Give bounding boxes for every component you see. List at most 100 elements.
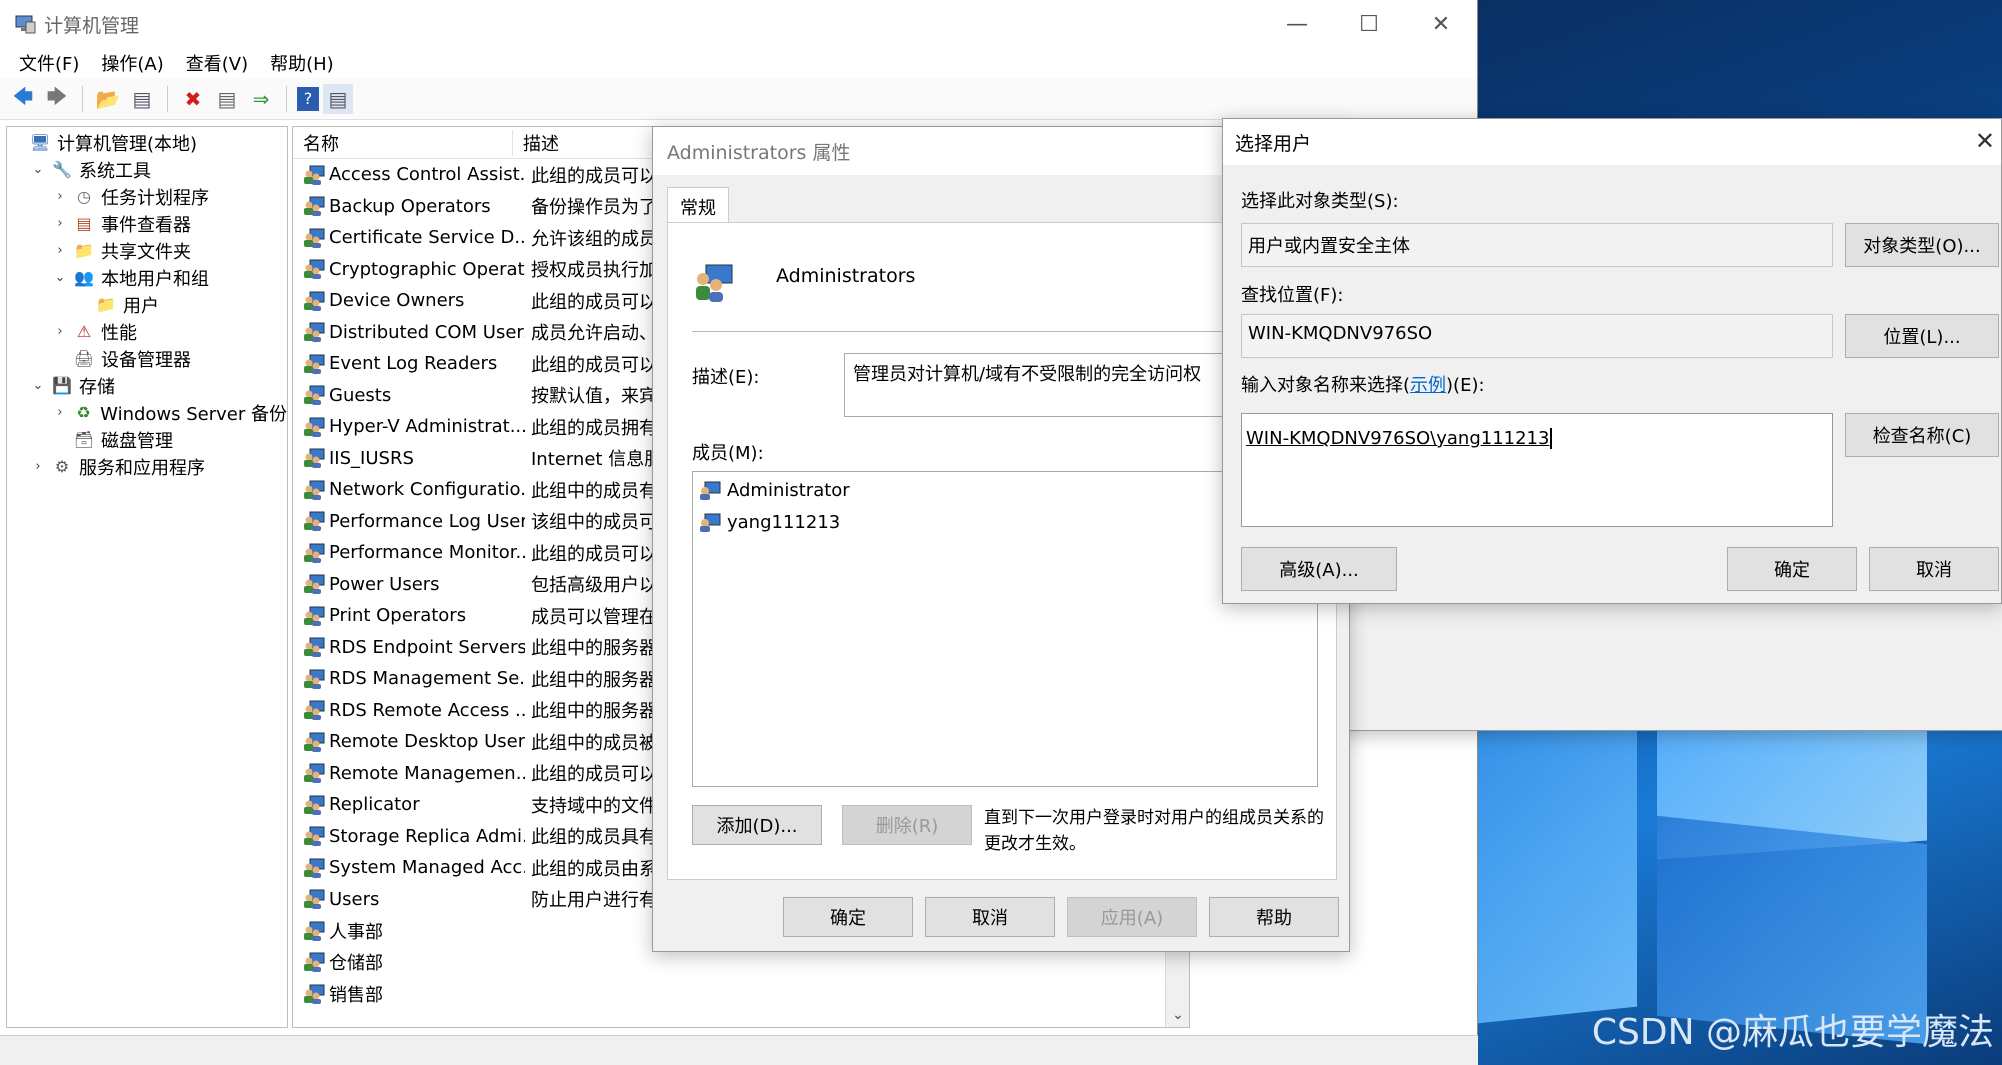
show-hide-tree-icon[interactable]: ▤ [127,84,157,114]
group-name: Backup Operators [329,195,491,217]
export-list-icon[interactable]: ⇒ [246,84,276,114]
menu-view[interactable]: 查看(V) [175,50,259,76]
member-name: Administrator [727,479,850,501]
tree-node[interactable]: ⌄ 🔧 系统工具 [7,156,287,183]
group-name: Print Operators [329,605,467,627]
group-description: 包括高级用户以 [531,575,657,597]
tree-node[interactable]: 📁 用户 [7,291,287,318]
group-icon [304,889,325,910]
group-description: 此组的成员可以 [531,165,657,187]
object-names-input[interactable]: WIN-KMQDNV976SO\yang111213 [1241,413,1833,527]
group-row[interactable]: 销售部 [293,978,1189,1010]
group-name: 人事部 [329,921,383,943]
column-header-name[interactable]: 名称 [293,129,513,156]
group-name: RDS Remote Access ... [329,699,525,721]
chevron-right-icon[interactable]: › [51,405,69,420]
locations-button[interactable]: 位置(L)... [1845,314,1999,358]
close-button[interactable]: ✕ [1405,0,1477,48]
group-name: Guests [329,384,392,406]
member-item[interactable]: Administrator [699,474,1311,506]
navigation-tree: 🖥 计算机管理(本地) ⌄ 🔧 系统工具 › ◷ 任务计划程序 › ▤ 事件查看器 › 📁 共享文件夹 ⌄ 👥… [6,126,2002,1028]
column-header-description[interactable]: 描述 [513,130,559,156]
tree-node[interactable]: 🖥 计算机管理(本地) [7,129,287,156]
group-icon [304,543,325,563]
menu-action[interactable]: 操作(A) [90,50,174,76]
label-text: )(E): [1446,375,1485,396]
scroll-down-icon[interactable]: ⌄ [1166,1007,1189,1023]
tree-node[interactable]: › ▤ 事件查看器 [7,210,287,237]
group-description: 此组的成员可以 [531,354,657,376]
chevron-right-icon[interactable]: › [51,189,69,204]
chevron-right-icon[interactable]: › [29,459,47,474]
group-name: Administrators [776,265,916,287]
help-icon[interactable]: ? [297,86,319,111]
group-icon [304,291,325,311]
tree-node[interactable]: › ⚠ 性能 [7,318,287,345]
check-names-button[interactable]: 检查名称(C) [1845,413,1999,457]
back-arrow-icon[interactable]: 🡄 [8,84,38,114]
toolbar-separator [82,85,83,112]
tree-node-label: 存储 [79,376,115,398]
chevron-right-icon[interactable]: › [51,324,69,339]
tree-node[interactable]: 🗃 磁盘管理 [7,426,287,453]
group-icon [304,826,325,847]
tab-general[interactable]: 常规 [667,187,729,226]
group-name: IIS_IUSRS [329,447,414,469]
chevron-right-icon[interactable]: › [51,216,69,231]
object-types-button[interactable]: 对象类型(O)... [1845,223,1999,267]
maximize-button[interactable]: ☐ [1333,0,1405,48]
tree-node[interactable]: › ♻ Windows Server 备份 [7,399,287,426]
tree-node[interactable]: › ⚙ 服务和应用程序 [7,453,287,480]
remove-member-button[interactable]: 删除(R) [842,805,972,845]
menu-help[interactable]: 帮助(H) [259,50,345,76]
examples-link[interactable]: 示例 [1410,375,1446,396]
group-icon [304,921,325,941]
user-icon [700,481,721,500]
ok-button[interactable]: 确定 [1727,547,1857,591]
member-item[interactable]: yang111213 [699,506,1311,538]
up-folder-icon[interactable]: 📂 [93,84,123,114]
group-description: 此组的成员由系 [531,858,657,880]
group-icon [304,385,325,406]
group-icon [304,732,325,752]
dialog-title: 选择用户 [1223,119,2001,165]
group-name: Remote Desktop Users [329,731,525,753]
group-description: 按默认值，来宾 [531,386,657,408]
forward-arrow-icon[interactable]: 🡆 [42,84,72,114]
menu-file[interactable]: 文件(F) [8,50,90,76]
tree-node[interactable]: ⌄ 👥 本地用户和组 [7,264,287,291]
title-bar: 计算机管理 [0,0,1477,48]
apply-button[interactable]: 应用(A) [1067,897,1197,937]
close-icon[interactable]: ✕ [1975,127,1995,155]
console-icon[interactable]: ▤ [323,83,353,114]
computer-mgmt-icon [15,15,36,34]
delete-icon[interactable]: ✖ [178,84,208,114]
chevron-down-icon[interactable]: ⌄ [29,162,47,177]
group-icon [304,417,325,437]
chevron-down-icon[interactable]: ⌄ [29,378,47,393]
tree-node[interactable]: 🖨 设备管理器 [7,345,287,372]
group-icon [304,574,325,595]
group-icon [304,669,325,689]
chevron-right-icon[interactable]: › [51,243,69,258]
group-name: Performance Log Users [329,510,525,532]
status-bar [0,1035,1478,1065]
tree-node-label: 用户 [123,295,159,317]
tree-node[interactable]: › 📁 共享文件夹 [7,237,287,264]
group-icon [304,700,325,721]
membership-note: 直到下一次用户登录时对用户的组成员关系的更改才生效。 [984,808,1324,854]
properties-icon[interactable]: ▤ [212,84,242,114]
chevron-down-icon[interactable]: ⌄ [51,270,69,285]
tree-node[interactable]: ⌄ 💾 存储 [7,372,287,399]
group-icon [304,259,325,280]
ok-button[interactable]: 确定 [783,897,913,937]
advanced-button[interactable]: 高级(A)... [1241,547,1397,591]
menu-bar: 文件(F) 操作(A) 查看(V) 帮助(H) [0,48,1477,78]
cancel-button[interactable]: 取消 [925,897,1055,937]
cancel-button[interactable]: 取消 [1869,547,1999,591]
group-description: 防止用户进行有 [531,890,657,912]
minimize-button[interactable]: — [1261,0,1333,48]
tree-node[interactable]: › ◷ 任务计划程序 [7,183,287,210]
help-button[interactable]: 帮助 [1209,897,1339,937]
add-member-button[interactable]: 添加(D)... [692,805,822,845]
